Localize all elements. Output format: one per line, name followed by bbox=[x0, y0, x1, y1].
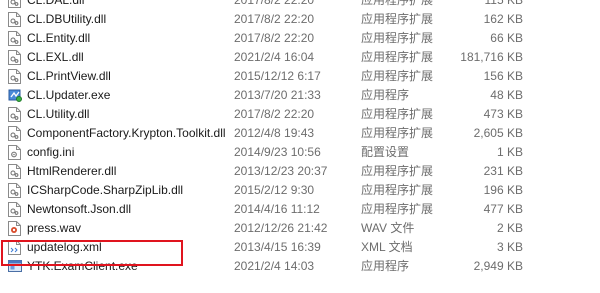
file-type: 应用程序扩展 bbox=[361, 69, 434, 83]
file-size: 196 KB bbox=[483, 183, 523, 197]
file-date-modified: 2013/7/20 21:33 bbox=[234, 88, 321, 102]
file-size: 181,716 KB bbox=[460, 50, 523, 64]
file-size: 2,605 KB bbox=[473, 126, 523, 140]
file-name[interactable]: CL.DAL.dll bbox=[27, 0, 84, 10]
file-date-modified: 2013/12/23 20:37 bbox=[234, 164, 328, 178]
file-type: XML 文档 bbox=[361, 240, 413, 254]
file-name[interactable]: CL.PrintView.dll bbox=[27, 67, 111, 86]
file-row[interactable]: CL.EXL.dll 2021/2/4 16:04 应用程序扩展 181,716 KB bbox=[0, 48, 600, 67]
file-date-modified: 2013/4/15 16:39 bbox=[234, 240, 321, 254]
file-size: 3 KB bbox=[496, 240, 523, 254]
file-type: 应用程序扩展 bbox=[361, 0, 434, 7]
dll-icon bbox=[8, 164, 21, 179]
dll-icon bbox=[8, 0, 21, 8]
file-date-modified: 2012/4/8 19:43 bbox=[234, 126, 315, 140]
file-name[interactable]: CL.EXL.dll bbox=[27, 48, 84, 67]
file-name[interactable]: CL.Utility.dll bbox=[27, 105, 89, 124]
dll-icon bbox=[8, 202, 21, 217]
dll-icon bbox=[8, 12, 21, 27]
file-row[interactable]: CL.DAL.dll 2017/8/2 22:20 应用程序扩展 115 KB bbox=[0, 0, 600, 10]
file-name[interactable]: HtmlRenderer.dll bbox=[27, 162, 116, 181]
file-row[interactable]: Newtonsoft.Json.dll 2014/4/16 11:12 应用程序扩展… bbox=[0, 200, 600, 219]
file-date-modified: 2021/2/4 16:04 bbox=[234, 50, 315, 64]
highlight-box bbox=[1, 240, 183, 266]
file-name[interactable]: ICSharpCode.SharpZipLib.dll bbox=[27, 181, 183, 200]
file-row[interactable]: HtmlRenderer.dll 2013/12/23 20:37 应用程序扩展 23… bbox=[0, 162, 600, 181]
file-date-modified: 2012/12/26 21:42 bbox=[234, 221, 328, 235]
file-date-modified: 2017/8/2 22:20 bbox=[234, 31, 315, 45]
dll-icon bbox=[8, 31, 21, 46]
file-type: 应用程序扩展 bbox=[361, 202, 434, 216]
dll-icon bbox=[8, 69, 21, 84]
file-type: 配置设置 bbox=[361, 145, 410, 159]
file-name[interactable]: CL.DBUtility.dll bbox=[27, 10, 106, 29]
dll-icon bbox=[8, 50, 21, 65]
file-row[interactable]: config.ini 2014/9/23 10:56 配置设置 1 KB bbox=[0, 143, 600, 162]
updater-exe-icon bbox=[8, 88, 22, 103]
file-name[interactable]: CL.Updater.exe bbox=[27, 86, 110, 105]
file-type: 应用程序 bbox=[361, 259, 410, 273]
file-date-modified: 2014/4/16 11:12 bbox=[234, 202, 320, 216]
file-type: 应用程序扩展 bbox=[361, 126, 434, 140]
file-row[interactable]: CL.Utility.dll 2017/8/2 22:20 应用程序扩展 473 KB bbox=[0, 105, 600, 124]
file-date-modified: 2014/9/23 10:56 bbox=[234, 145, 321, 159]
dll-icon bbox=[8, 126, 21, 141]
wav-icon bbox=[8, 221, 21, 236]
file-type: 应用程序扩展 bbox=[361, 107, 434, 121]
file-size: 231 KB bbox=[483, 164, 523, 178]
file-name[interactable]: Newtonsoft.Json.dll bbox=[27, 200, 131, 219]
file-size: 48 KB bbox=[490, 88, 523, 102]
file-row[interactable]: ComponentFactory.Krypton.Toolkit.dll 2012… bbox=[0, 124, 600, 143]
file-date-modified: 2015/2/12 9:30 bbox=[234, 183, 315, 197]
file-date-modified: 2015/12/12 6:17 bbox=[234, 69, 321, 83]
file-row[interactable]: ICSharpCode.SharpZipLib.dll 2015/2/12 9:3… bbox=[0, 181, 600, 200]
file-size: 66 KB bbox=[490, 31, 523, 45]
file-size: 156 KB bbox=[483, 69, 523, 83]
file-name[interactable]: press.wav bbox=[27, 219, 81, 238]
file-type: 应用程序扩展 bbox=[361, 164, 434, 178]
file-size: 2,949 KB bbox=[473, 259, 523, 273]
ini-icon bbox=[8, 145, 21, 160]
file-date-modified: 2017/8/2 22:20 bbox=[234, 0, 315, 7]
file-date-modified: 2017/8/2 22:20 bbox=[234, 107, 315, 121]
file-type: 应用程序扩展 bbox=[361, 183, 434, 197]
file-row[interactable]: CL.Entity.dll 2017/8/2 22:20 应用程序扩展 66 KB bbox=[0, 29, 600, 48]
file-name[interactable]: ComponentFactory.Krypton.Toolkit.dll bbox=[27, 124, 226, 143]
file-date-modified: 2021/2/4 14:03 bbox=[234, 259, 315, 273]
file-size: 162 KB bbox=[483, 12, 523, 26]
file-row[interactable]: CL.DBUtility.dll 2017/8/2 22:20 应用程序扩展 162 … bbox=[0, 10, 600, 29]
file-type: 应用程序扩展 bbox=[361, 12, 434, 26]
file-size: 115 KB bbox=[484, 0, 523, 7]
file-type: WAV 文件 bbox=[361, 221, 415, 235]
file-date-modified: 2017/8/2 22:20 bbox=[234, 12, 315, 26]
file-type: 应用程序扩展 bbox=[361, 50, 434, 64]
file-size: 477 KB bbox=[483, 202, 523, 216]
file-row[interactable]: CL.PrintView.dll 2015/12/12 6:17 应用程序扩展 156… bbox=[0, 67, 600, 86]
file-type: 应用程序 bbox=[361, 88, 410, 102]
file-name[interactable]: config.ini bbox=[27, 143, 74, 162]
file-row[interactable]: press.wav 2012/12/26 21:42 WAV 文件 2 KB bbox=[0, 219, 600, 238]
file-size: 1 KB bbox=[496, 145, 523, 159]
dll-icon bbox=[8, 183, 21, 198]
file-row[interactable]: CL.Updater.exe 2013/7/20 21:33 应用程序 48 KB bbox=[0, 86, 600, 105]
dll-icon bbox=[8, 107, 21, 122]
file-type: 应用程序扩展 bbox=[361, 31, 434, 45]
file-size: 2 KB bbox=[496, 221, 523, 235]
file-list: CL.DAL.dll 2017/8/2 22:20 应用程序扩展 115 KB CL.D… bbox=[0, 0, 600, 276]
file-name[interactable]: CL.Entity.dll bbox=[27, 29, 90, 48]
file-size: 473 KB bbox=[483, 107, 523, 121]
